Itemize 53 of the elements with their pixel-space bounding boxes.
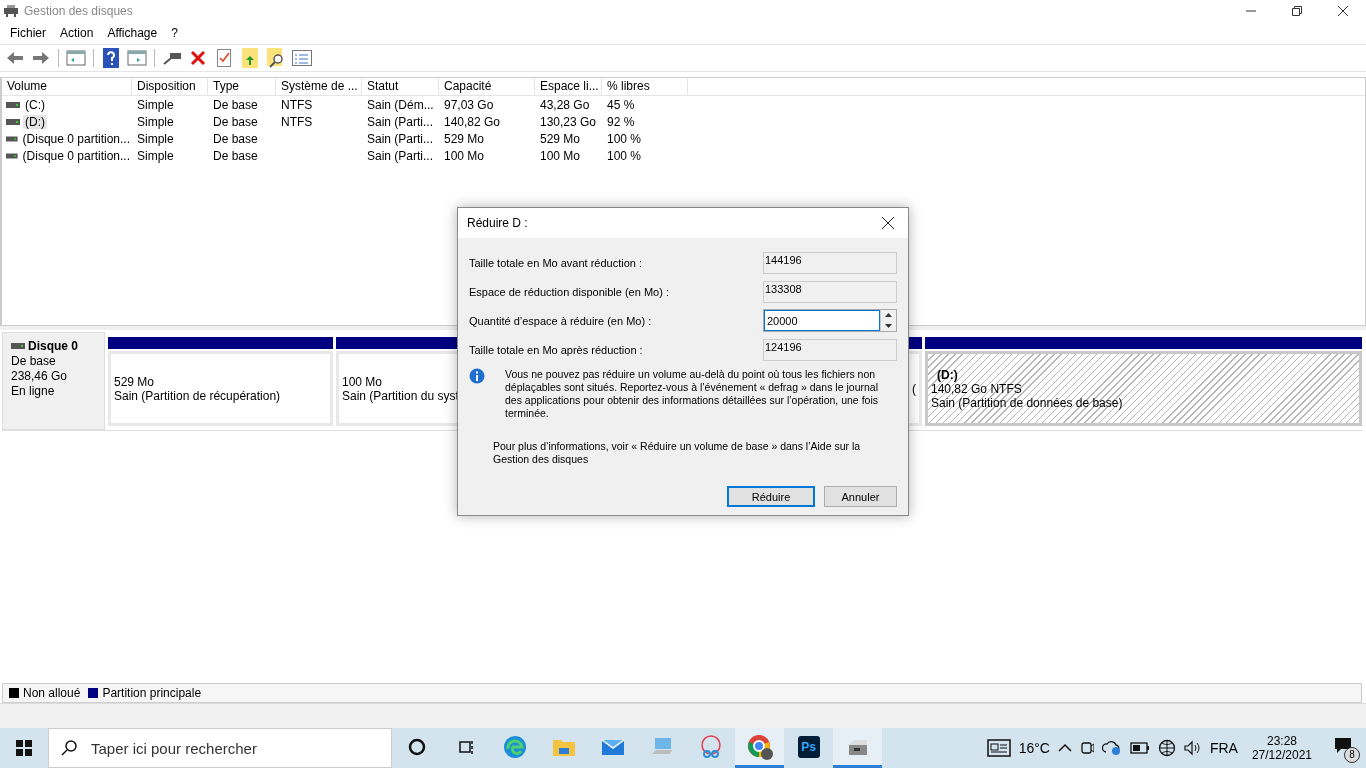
table-cell-text: NTFS: [280, 114, 314, 129]
table-cell-text: 100 Mo: [443, 148, 486, 163]
table-cell-text: Simple: [136, 97, 175, 112]
table-cell-text: 140,82 Go: [443, 114, 502, 129]
partition-text: Sain (Partition de données de base): [931, 395, 1123, 410]
table-cell-text: 45 %: [606, 97, 636, 112]
partition-text: (: [912, 381, 916, 396]
readonly-field: 144196: [763, 251, 897, 274]
field-label: Espace de réduction disponible (en Mo) :: [469, 285, 669, 298]
table-cell-text: Sain (Parti...: [366, 148, 435, 163]
dialog-title: Réduire D :: [467, 216, 528, 230]
table-cell-text: Sain (Parti...: [366, 131, 435, 146]
info-text: Vous ne pouvez pas réduire un volume au-delà du point où tous les fichiers non déplaçables sont situés. Reportez-vous à l’événement « defrag » dans le journal des applications pour obtenir des informations détaillées sur l’opération, une fois terminée.: [505, 368, 879, 420]
table-cell-text: De base: [212, 97, 259, 112]
table-cell-text: 100 %: [606, 131, 643, 146]
disk-size: 238,46 Go: [11, 369, 69, 383]
table-cell-text: 100 %: [606, 148, 643, 163]
help-text: Pour plus d’informations, voir « Réduire un volume de base » dans l’Aide sur la Gestion des disques: [493, 440, 862, 466]
table-cell-text: 130,23 Go: [539, 114, 598, 129]
notification-count: 8: [1344, 747, 1360, 763]
table-cell-text: De base: [212, 148, 259, 163]
field-label: Quantité d’espace à réduire (en Mo) :: [469, 314, 652, 327]
table-cell-text: 92 %: [606, 114, 636, 129]
table-cell-text: 529 Mo: [443, 131, 486, 146]
partition-text: 529 Mo: [114, 374, 155, 389]
table-cell-text: De base: [212, 131, 259, 146]
app-logo-icon: Ps: [797, 735, 820, 758]
table-cell-text: 100 Mo: [539, 148, 582, 163]
partition-text: 140,82 Go NTFS: [931, 381, 1022, 396]
table-cell-text: Simple: [136, 131, 175, 146]
table-cell-text: Sain (Parti...: [366, 114, 435, 129]
table-cell-text: De base: [212, 114, 259, 129]
disk-type: De base: [11, 354, 57, 368]
partition-text: Sain (Partition du syst: [342, 388, 459, 403]
table-cell-text: 97,03 Go: [443, 97, 495, 112]
legend-label: Partition principale: [102, 686, 202, 700]
window-title: Gestion des disques: [24, 4, 133, 18]
partition-text: Sain (Partition de récupération): [114, 388, 281, 403]
table-cell-text: Simple: [136, 148, 175, 163]
field-label: Taille totale en Mo après réduction :: [469, 343, 643, 356]
table-cell-text: NTFS: [280, 97, 314, 112]
table-cell-text: Simple: [136, 114, 175, 129]
disk-name: Disque 0: [28, 339, 78, 353]
table-cell-text: Sain (Dém...: [366, 97, 435, 112]
table-cell-text: 43,28 Go: [539, 97, 591, 112]
table-cell-text: 529 Mo: [539, 131, 582, 146]
partition-text: 100 Mo: [342, 374, 383, 389]
readonly-field: 133308: [763, 280, 897, 303]
disk-status: En ligne: [11, 384, 56, 398]
field-label: Taille totale en Mo avant réduction :: [469, 256, 643, 269]
readonly-field: 124196: [763, 338, 897, 361]
partition-label: (D:): [936, 367, 958, 382]
legend-label: Non alloué: [23, 686, 81, 700]
